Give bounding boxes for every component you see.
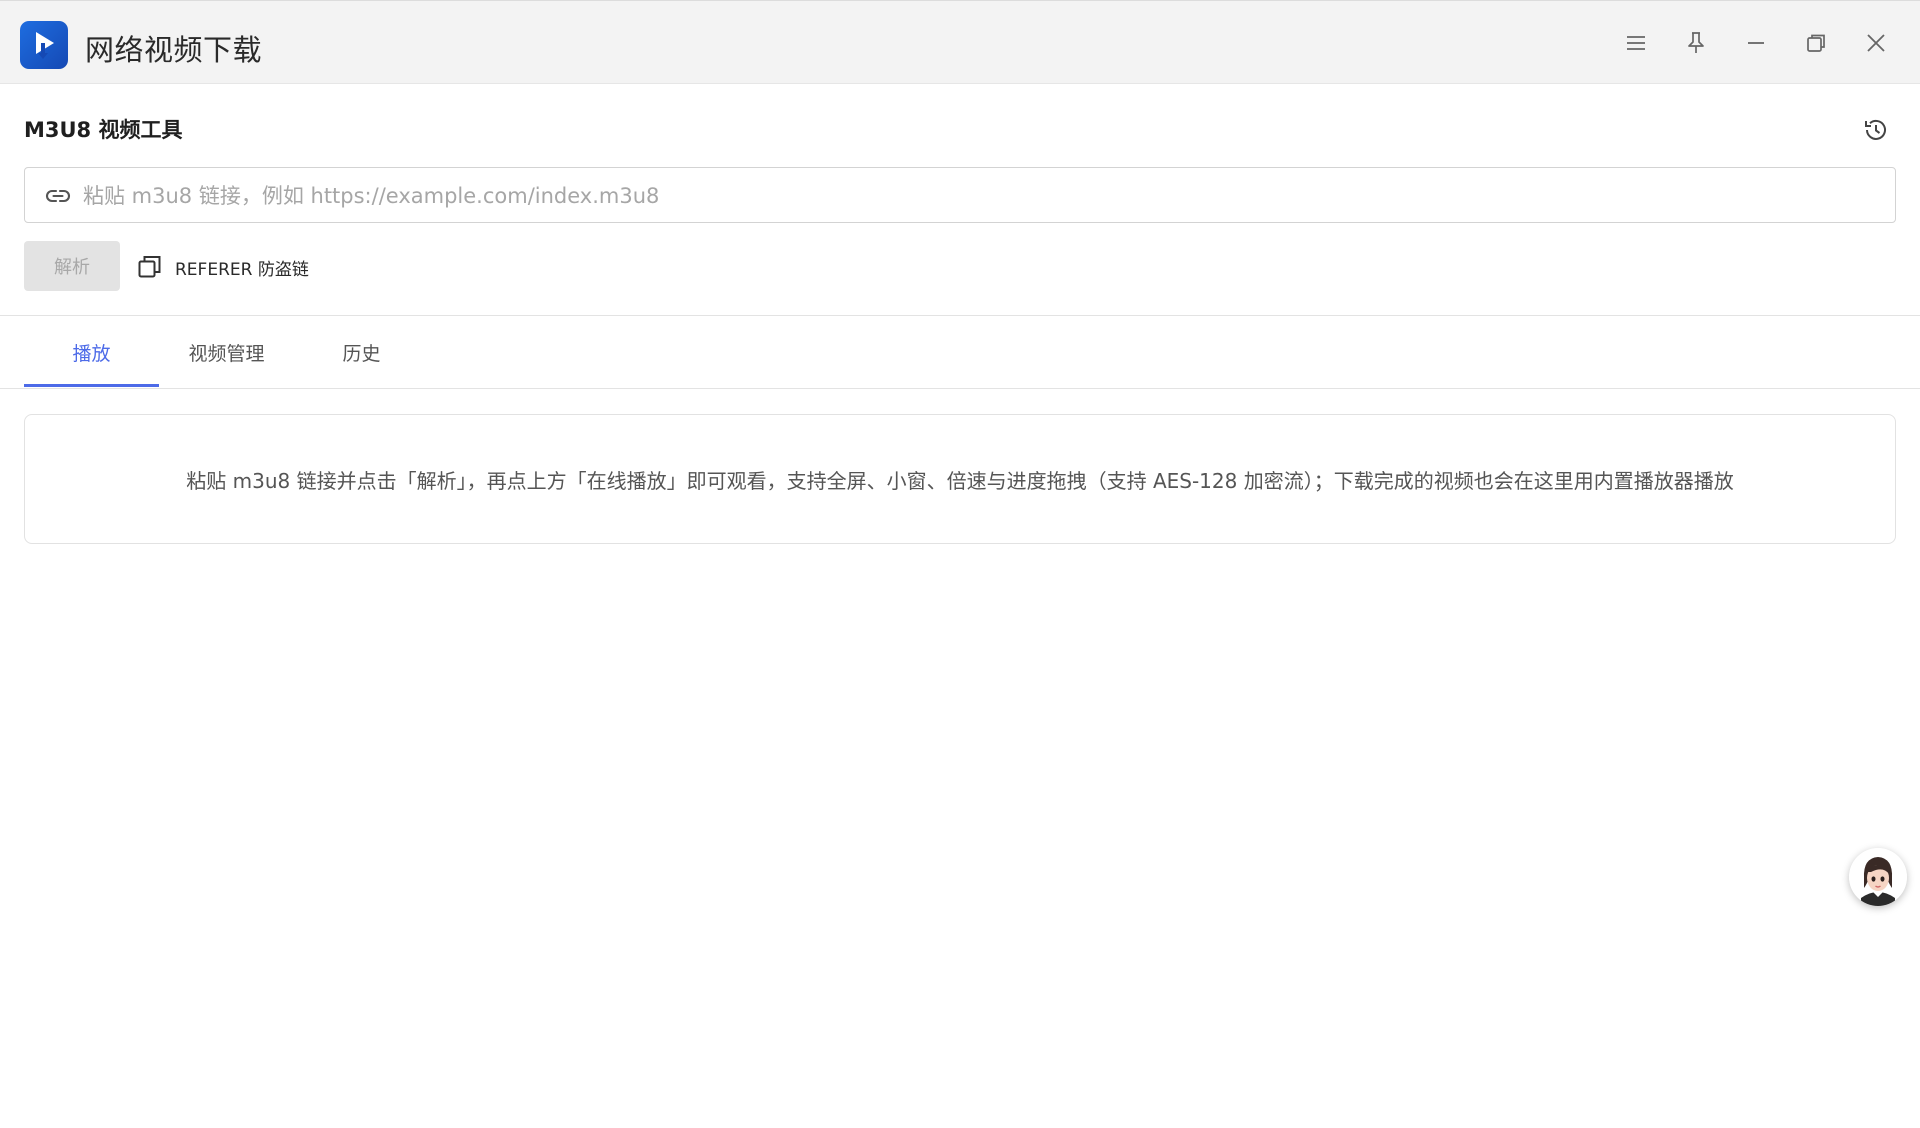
title-bar: 网络视频下载: [0, 0, 1920, 84]
referer-toggle[interactable]: REFERER 防盗链: [137, 254, 309, 280]
menu-icon: [1627, 36, 1645, 50]
divider: [0, 388, 1920, 389]
url-field[interactable]: [24, 167, 1896, 223]
close-icon: [1867, 34, 1885, 52]
parse-button[interactable]: 解析: [24, 241, 120, 291]
minimize-icon: [1748, 42, 1764, 44]
tab-bar: 播放 视频管理 历史: [24, 316, 1920, 389]
url-input[interactable]: [83, 176, 1873, 216]
app-logo-icon: [20, 21, 68, 69]
assistant-avatar-button[interactable]: [1849, 848, 1907, 906]
copy-icon: [138, 256, 161, 278]
pin-button[interactable]: [1680, 27, 1712, 59]
assistant-avatar-icon: [1849, 848, 1907, 906]
player-hint-text: 粘贴 m3u8 链接并点击「解析」，再点上方「在线播放」即可观看，支持全屏、小窗…: [186, 468, 1734, 493]
active-tab-indicator: [24, 384, 159, 387]
player-panel: 粘贴 m3u8 链接并点击「解析」，再点上方「在线播放」即可观看，支持全屏、小窗…: [24, 414, 1896, 544]
tab-history[interactable]: 历史: [294, 316, 429, 389]
app-title: 网络视频下载: [85, 33, 263, 67]
tab-play[interactable]: 播放: [24, 316, 159, 389]
pin-icon: [1688, 32, 1704, 53]
link-icon: [46, 189, 70, 203]
referer-label: REFERER 防盗链: [175, 259, 309, 280]
tool-heading: M3U8 视频工具: [24, 118, 183, 142]
restore-button[interactable]: [1800, 27, 1832, 59]
tab-video-management[interactable]: 视频管理: [159, 316, 294, 389]
minimize-button[interactable]: [1740, 27, 1772, 59]
restore-icon: [1807, 34, 1825, 52]
menu-button[interactable]: [1620, 27, 1652, 59]
history-icon[interactable]: [1862, 116, 1890, 144]
close-button[interactable]: [1860, 27, 1892, 59]
